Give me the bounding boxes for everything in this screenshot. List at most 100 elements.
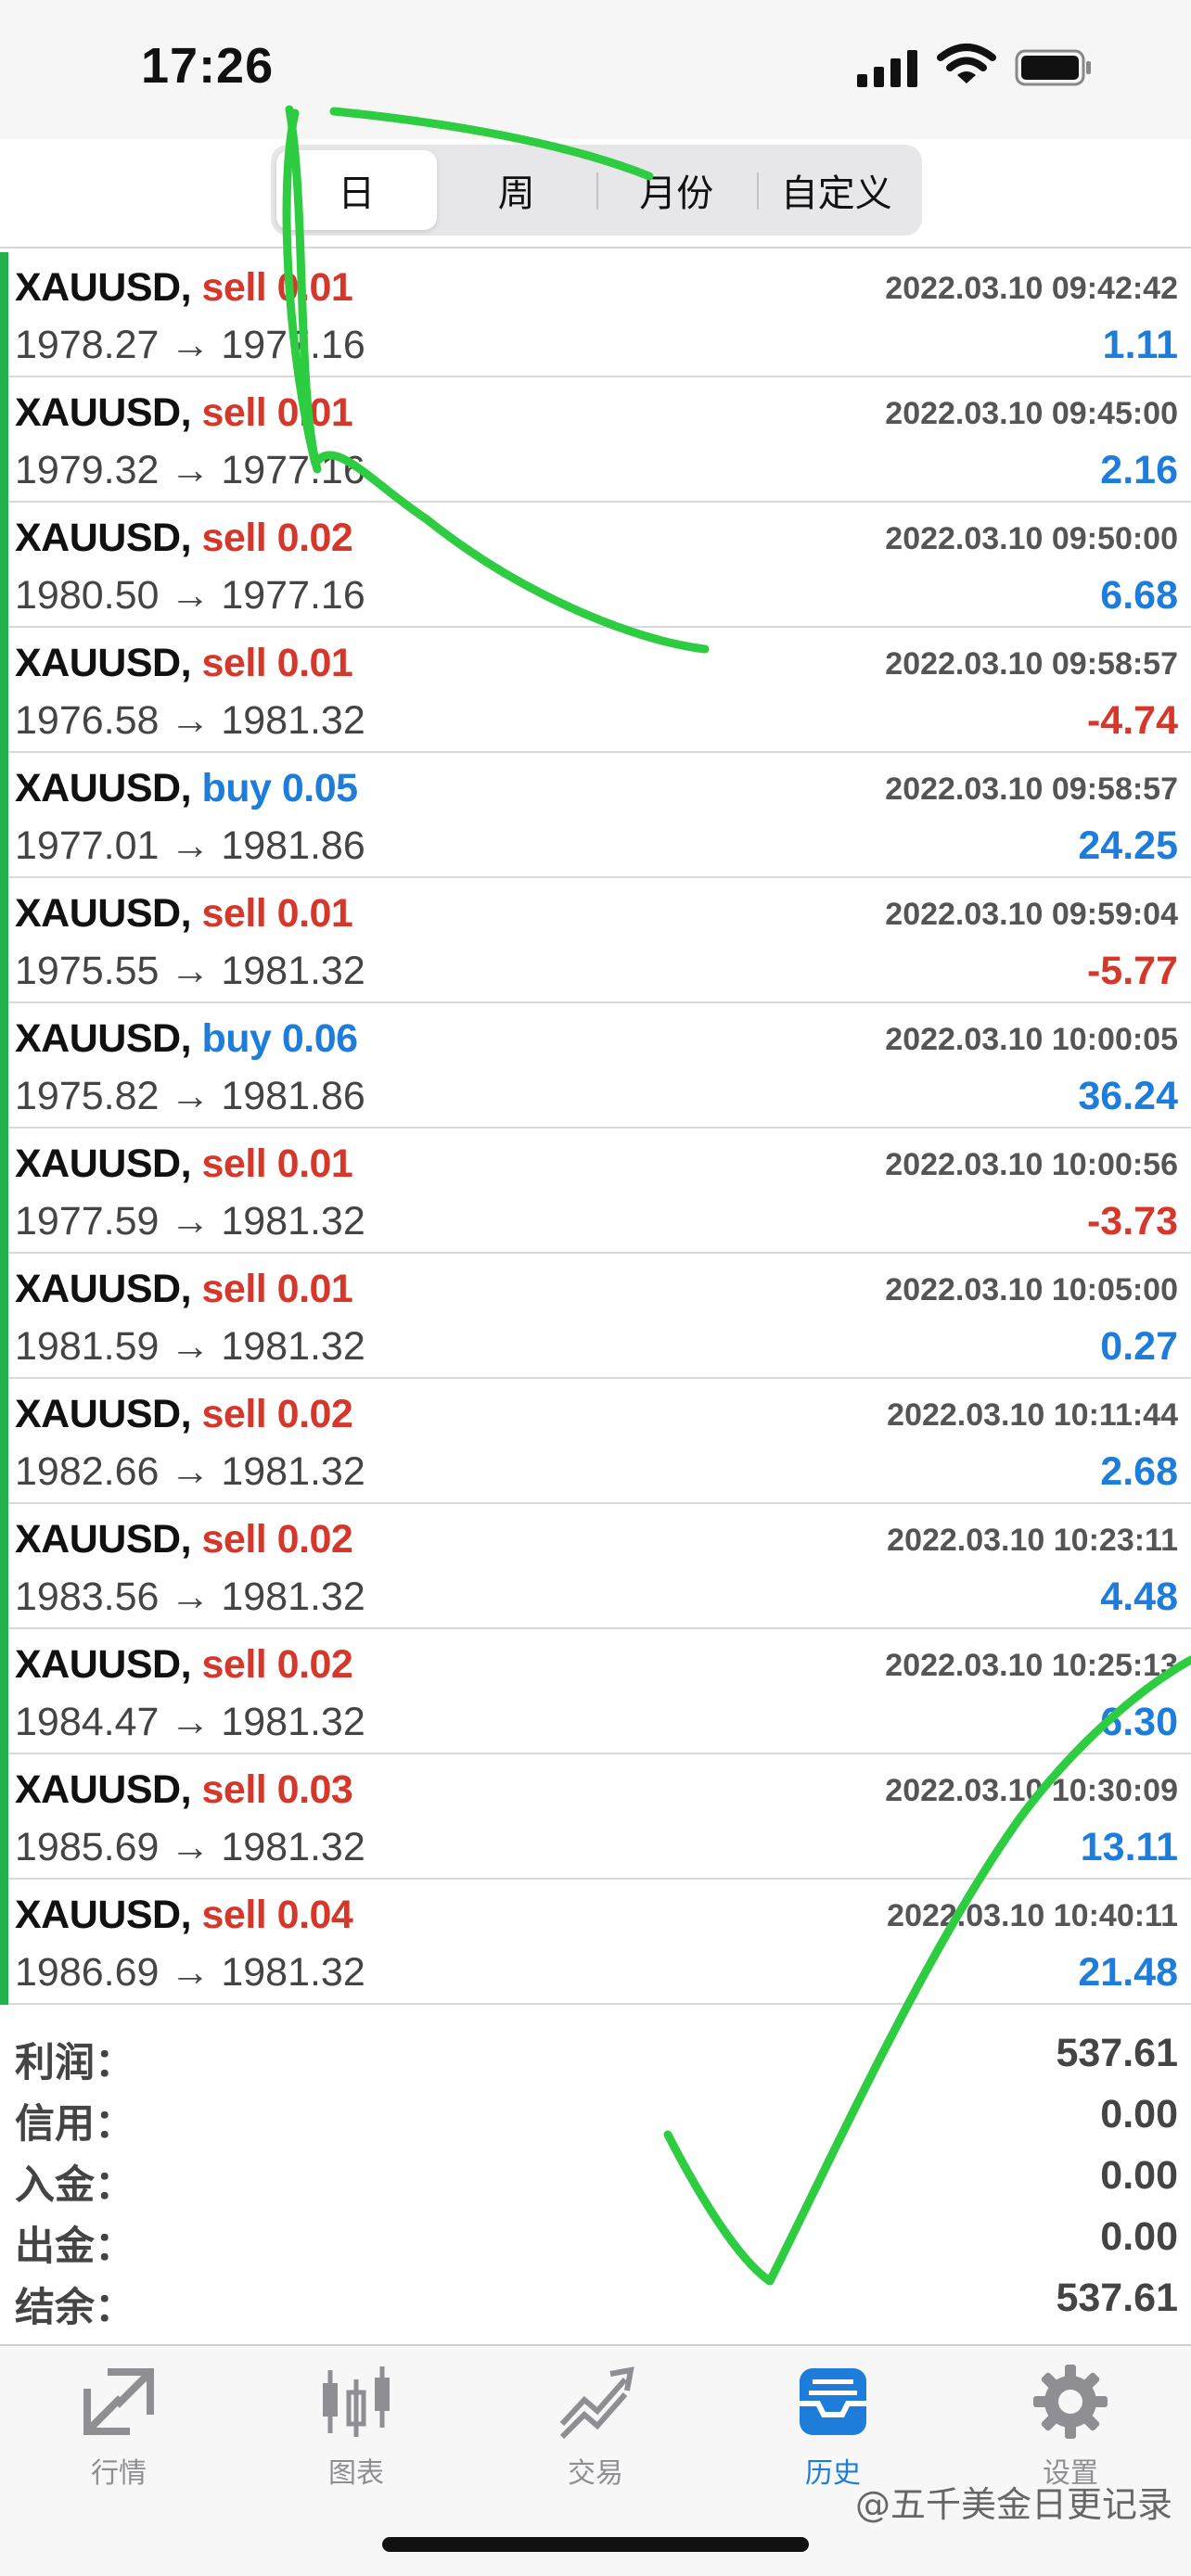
trade-symbol: XAUUSD, bbox=[15, 1767, 192, 1812]
summary-label: 出金： bbox=[15, 2224, 134, 2270]
trade-row[interactable]: XAUUSD, sell 0.02 1983.56 → 1981.32 2022… bbox=[0, 1504, 1191, 1629]
trade-row[interactable]: XAUUSD, sell 0.01 1977.59 → 1981.32 2022… bbox=[0, 1129, 1191, 1254]
candlestick-chart-icon bbox=[323, 2366, 390, 2437]
tab-week[interactable]: 周 bbox=[437, 150, 597, 230]
trade-prices: 1977.59 → 1981.32 bbox=[15, 1199, 365, 1243]
trade-symbol-line: XAUUSD, sell 0.03 bbox=[15, 1767, 353, 1813]
trade-trend-icon bbox=[559, 2366, 634, 2440]
summary-row-deposit: 入金： 0.00 bbox=[0, 2144, 1191, 2209]
summary-row-credit: 信用： 0.00 bbox=[0, 2083, 1191, 2148]
trade-row[interactable]: XAUUSD, sell 0.01 1981.59 → 1981.32 2022… bbox=[0, 1254, 1191, 1379]
trade-time: 2022.03.10 10:00:56 bbox=[885, 1147, 1178, 1182]
trade-side-volume: sell 0.02 bbox=[201, 1517, 353, 1562]
watermark: @五千美金日更记录 bbox=[854, 2484, 1172, 2525]
trade-history-list: XAUUSD, sell 0.01 1978.27 → 1977.16 2022… bbox=[0, 252, 1191, 2005]
trade-row[interactable]: XAUUSD, sell 0.01 1978.27 → 1977.16 2022… bbox=[0, 252, 1191, 377]
trade-row[interactable]: XAUUSD, buy 0.06 1975.82 → 1981.86 2022.… bbox=[0, 1003, 1191, 1129]
trade-profit: 2.16 bbox=[1100, 448, 1178, 492]
summary-label: 入金： bbox=[15, 2162, 134, 2209]
history-inbox-icon bbox=[800, 2368, 866, 2435]
summary-value: 537.61 bbox=[1056, 2031, 1178, 2075]
trade-symbol-line: XAUUSD, sell 0.01 bbox=[15, 1141, 353, 1187]
tab-day[interactable]: 日 bbox=[276, 150, 437, 230]
trade-profit: 4.48 bbox=[1100, 1575, 1178, 1619]
trade-side-volume: sell 0.02 bbox=[201, 1642, 353, 1687]
trade-profit: 6.68 bbox=[1100, 573, 1178, 618]
trade-symbol-line: XAUUSD, sell 0.02 bbox=[15, 516, 353, 561]
tab-custom[interactable]: 自定义 bbox=[756, 150, 917, 230]
trade-symbol: XAUUSD, bbox=[15, 1893, 192, 1937]
tab-trade[interactable]: 交易 bbox=[512, 2363, 679, 2511]
trade-prices: 1975.55 → 1981.32 bbox=[15, 949, 365, 993]
tab-chart[interactable]: 图表 bbox=[273, 2363, 440, 2511]
trade-profit: 2.68 bbox=[1100, 1449, 1178, 1494]
trade-prices: 1976.58 → 1981.32 bbox=[15, 698, 365, 743]
trade-symbol: XAUUSD, bbox=[15, 891, 192, 936]
trade-row[interactable]: XAUUSD, sell 0.02 1984.47 → 1981.32 2022… bbox=[0, 1629, 1191, 1754]
summary-row-profit: 利润： 537.61 bbox=[0, 2021, 1191, 2086]
trade-side-volume: sell 0.01 bbox=[201, 1267, 353, 1311]
summary-label: 结余： bbox=[15, 2285, 134, 2331]
tab-label: 历史 bbox=[805, 2457, 861, 2490]
trade-prices: 1978.27 → 1977.16 bbox=[15, 323, 365, 367]
trade-row[interactable]: XAUUSD, sell 0.01 1975.55 → 1981.32 2022… bbox=[0, 878, 1191, 1003]
trade-side-volume: sell 0.01 bbox=[201, 641, 353, 685]
trade-side-volume: sell 0.01 bbox=[201, 390, 353, 435]
trade-symbol: XAUUSD, bbox=[15, 766, 192, 810]
summary-row-withdrawal: 出金： 0.00 bbox=[0, 2205, 1191, 2270]
tab-quotes[interactable]: 行情 bbox=[35, 2363, 202, 2511]
trade-row[interactable]: XAUUSD, sell 0.04 1986.69 → 1981.32 2022… bbox=[0, 1880, 1191, 2005]
trade-prices: 1975.82 → 1981.86 bbox=[15, 1074, 365, 1118]
trade-profit: 13.11 bbox=[1080, 1825, 1178, 1869]
trade-time: 2022.03.10 10:30:09 bbox=[885, 1773, 1178, 1808]
trade-prices: 1983.56 → 1981.32 bbox=[15, 1575, 365, 1619]
trade-row[interactable]: XAUUSD, sell 0.01 1979.32 → 1977.16 2022… bbox=[0, 377, 1191, 503]
trade-time: 2022.03.10 10:25:13 bbox=[885, 1648, 1178, 1683]
trade-symbol-line: XAUUSD, sell 0.01 bbox=[15, 1267, 353, 1312]
summary-label: 信用： bbox=[15, 2101, 134, 2148]
header-divider bbox=[0, 247, 1191, 249]
trade-profit: -4.74 bbox=[1086, 698, 1178, 743]
trade-row[interactable]: XAUUSD, sell 0.02 1980.50 → 1977.16 2022… bbox=[0, 503, 1191, 628]
trade-side-volume: sell 0.01 bbox=[201, 891, 353, 936]
trade-profit: -5.77 bbox=[1086, 949, 1178, 993]
trade-time: 2022.03.10 09:58:57 bbox=[885, 646, 1178, 682]
trade-prices: 1986.69 → 1981.32 bbox=[15, 1950, 365, 1995]
trade-profit: 1.11 bbox=[1102, 323, 1178, 367]
trade-row[interactable]: XAUUSD, sell 0.02 1982.66 → 1981.32 2022… bbox=[0, 1379, 1191, 1504]
trade-side-volume: sell 0.01 bbox=[201, 265, 353, 310]
trade-profit: 6.30 bbox=[1100, 1700, 1178, 1744]
trade-time: 2022.03.10 10:00:05 bbox=[885, 1022, 1178, 1057]
status-bar: 17:26 bbox=[0, 0, 1191, 139]
trade-symbol-line: XAUUSD, sell 0.01 bbox=[15, 390, 353, 436]
home-indicator bbox=[382, 2537, 809, 2552]
trade-side-volume: sell 0.01 bbox=[201, 1141, 353, 1186]
trade-row[interactable]: XAUUSD, buy 0.05 1977.01 → 1981.86 2022.… bbox=[0, 753, 1191, 878]
trade-time: 2022.03.10 09:59:04 bbox=[885, 897, 1178, 932]
trade-symbol-line: XAUUSD, sell 0.04 bbox=[15, 1893, 353, 1938]
trade-profit: -3.73 bbox=[1086, 1199, 1178, 1243]
trade-symbol: XAUUSD, bbox=[15, 390, 192, 435]
trade-profit: 24.25 bbox=[1078, 823, 1178, 868]
trade-symbol-line: XAUUSD, sell 0.01 bbox=[15, 641, 353, 686]
trade-side-volume: buy 0.06 bbox=[201, 1016, 358, 1061]
trade-row[interactable]: XAUUSD, sell 0.03 1985.69 → 1981.32 2022… bbox=[0, 1754, 1191, 1880]
trade-prices: 1981.59 → 1981.32 bbox=[15, 1324, 365, 1369]
tab-label: 交易 bbox=[568, 2457, 623, 2490]
tab-label: 图表 bbox=[328, 2457, 384, 2490]
trade-row[interactable]: XAUUSD, sell 0.01 1976.58 → 1981.32 2022… bbox=[0, 628, 1191, 753]
trade-symbol: XAUUSD, bbox=[15, 516, 192, 560]
trade-symbol: XAUUSD, bbox=[15, 1392, 192, 1436]
battery-icon bbox=[1015, 49, 1091, 86]
summary-value: 0.00 bbox=[1100, 2153, 1178, 2198]
trade-side-volume: sell 0.04 bbox=[201, 1893, 353, 1937]
wifi-icon bbox=[937, 44, 996, 83]
tab-month[interactable]: 月份 bbox=[596, 150, 757, 230]
account-summary: 利润： 537.61 信用： 0.00 入金： 0.00 出金： 0.00 结余… bbox=[0, 2012, 1191, 2331]
trade-prices: 1979.32 → 1977.16 bbox=[15, 448, 365, 492]
trade-symbol: XAUUSD, bbox=[15, 265, 192, 310]
trade-prices: 1980.50 → 1977.16 bbox=[15, 573, 365, 618]
trade-profit: 36.24 bbox=[1078, 1074, 1178, 1118]
trade-time: 2022.03.10 09:50:00 bbox=[885, 521, 1178, 556]
trade-symbol-line: XAUUSD, sell 0.02 bbox=[15, 1517, 353, 1562]
